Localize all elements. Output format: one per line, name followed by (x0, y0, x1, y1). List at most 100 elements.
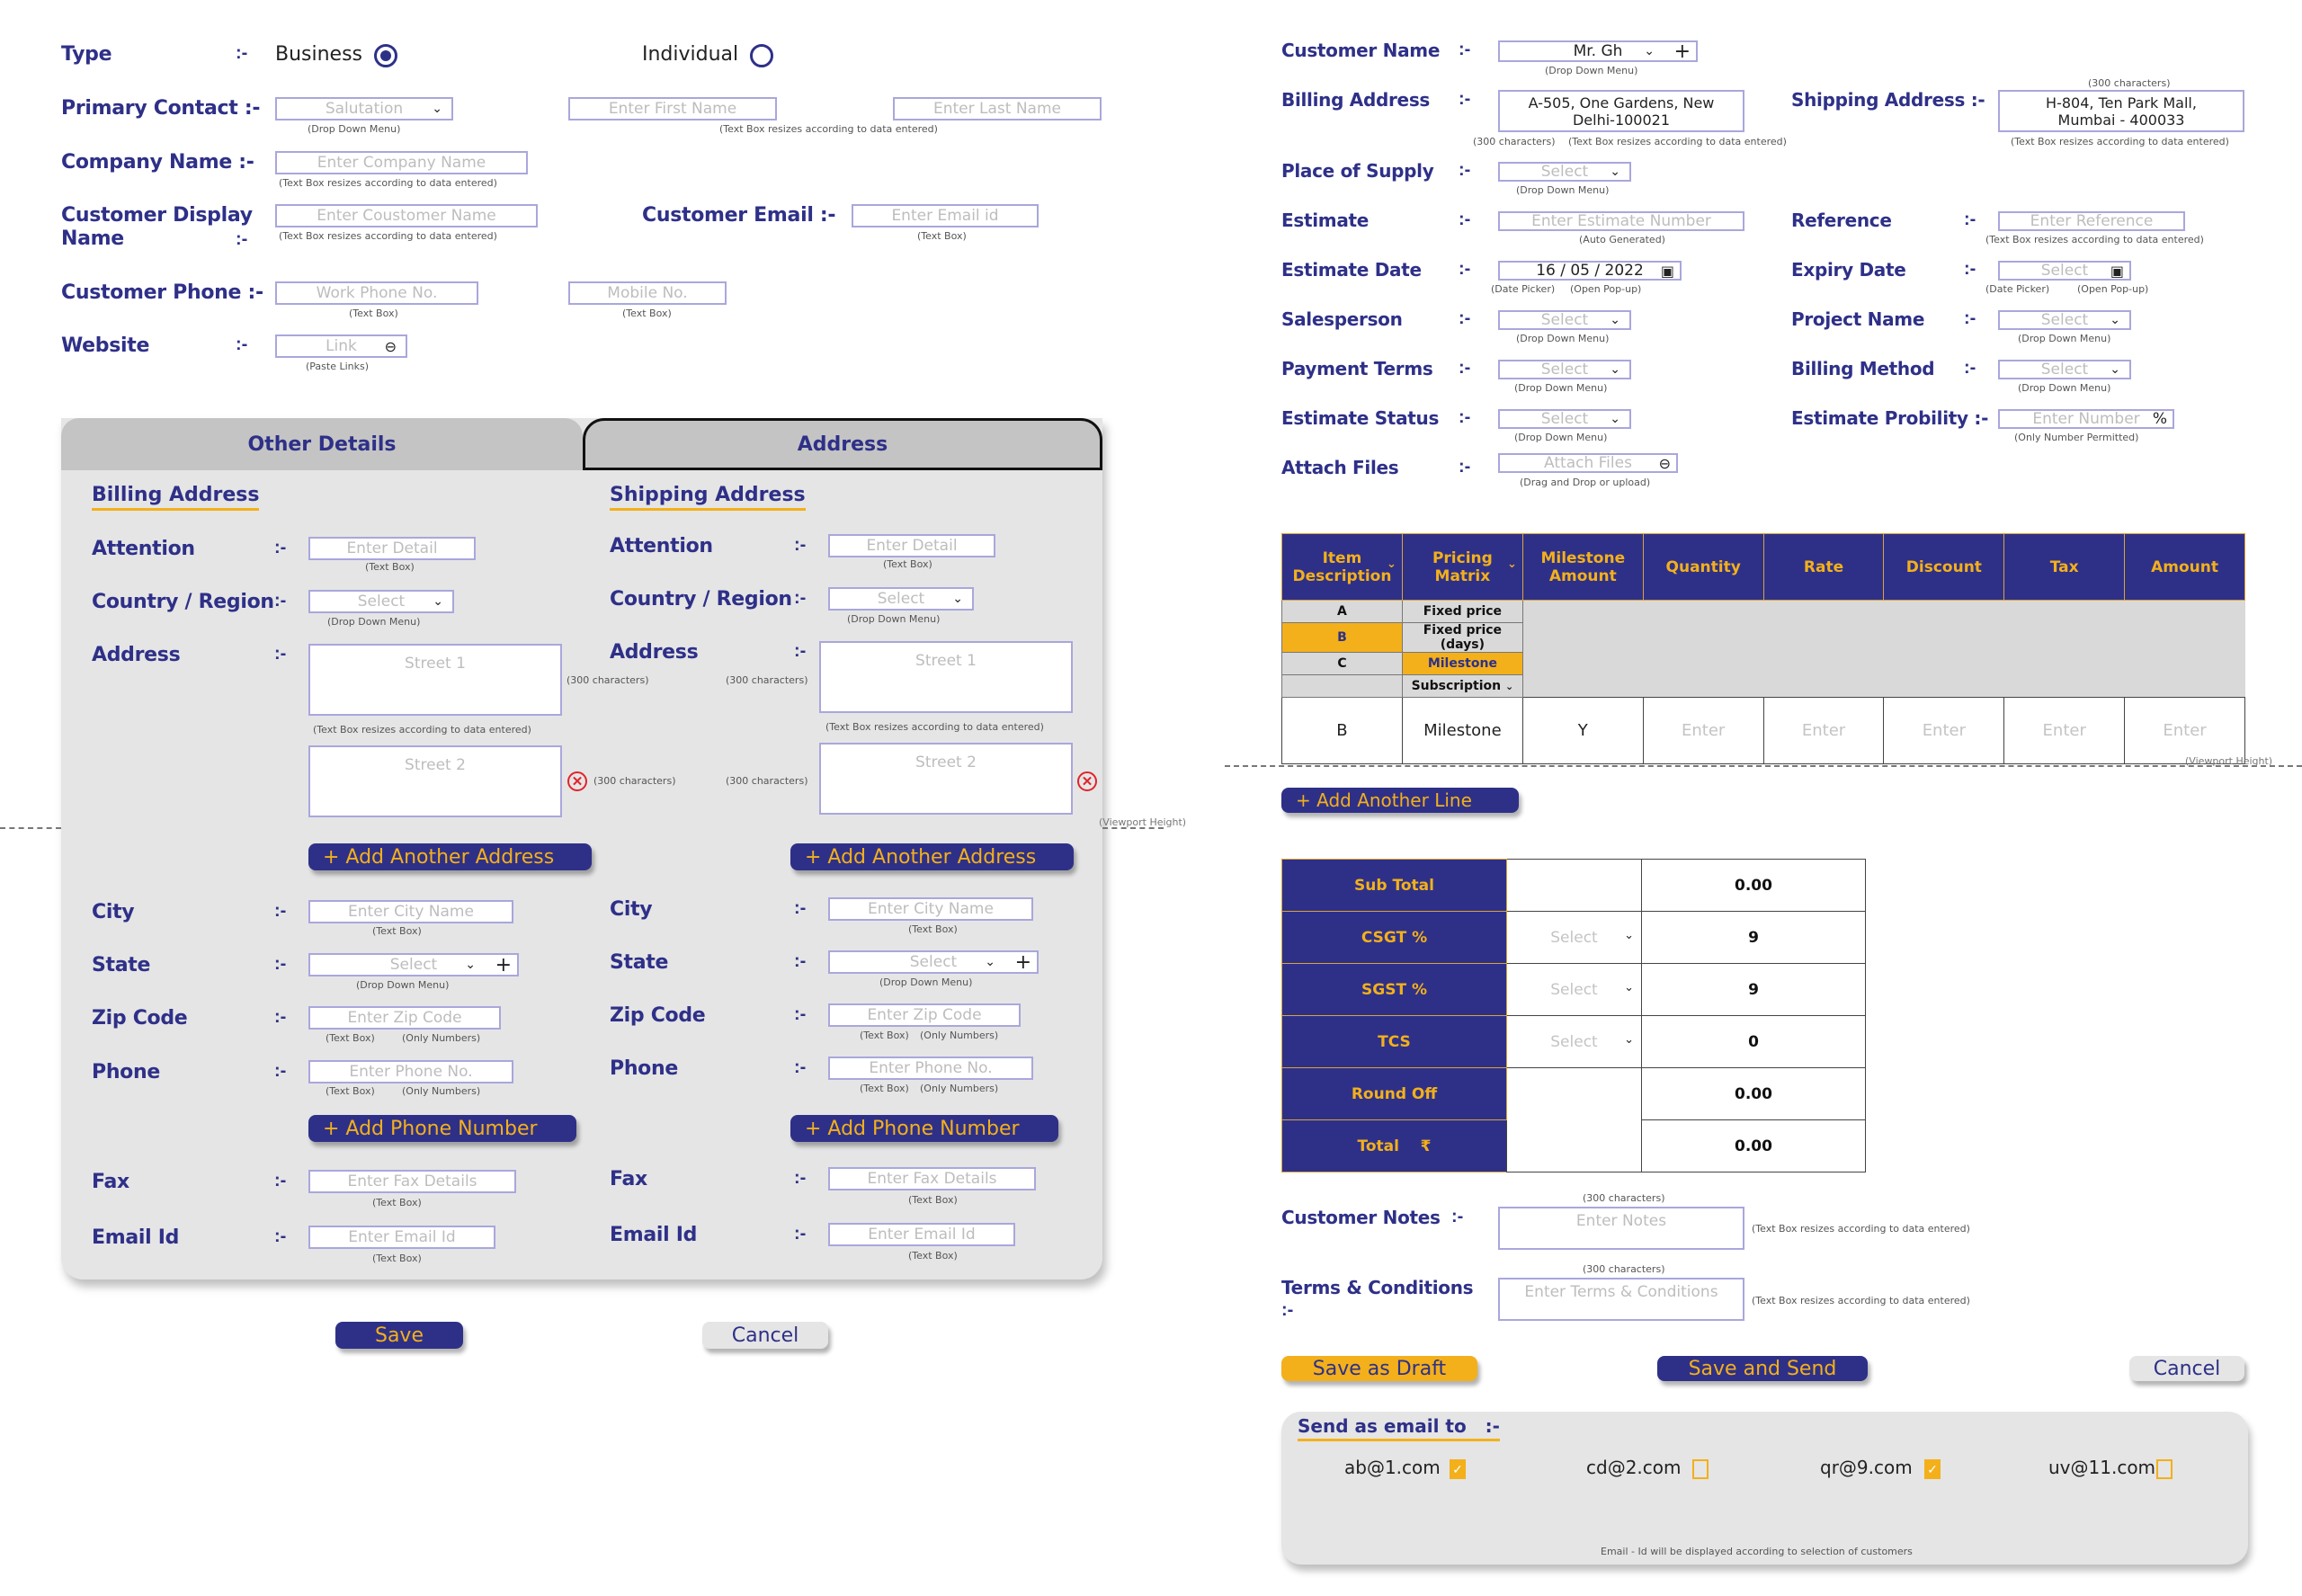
item-option-selected[interactable]: B (1281, 622, 1403, 653)
cell-amount-input[interactable]: Enter (2124, 697, 2245, 764)
last-name-input[interactable]: Enter Last Name (893, 97, 1102, 120)
work-phone-input[interactable]: Work Phone No. (275, 281, 478, 305)
billing-street1-textarea[interactable]: Street 1 (308, 644, 562, 716)
billing-address-label: Address (92, 644, 181, 666)
billing-zip-input[interactable]: Enter Zip Code (308, 1006, 501, 1030)
recipient-checkbox[interactable] (1692, 1459, 1709, 1479)
cgst-dropdown[interactable]: Select ⌄ (1506, 911, 1642, 964)
expiry-date-picker[interactable]: Select ▣ (1998, 261, 2131, 281)
salesperson-dropdown[interactable]: Select ⌄ (1498, 310, 1631, 330)
header-pricing-matrix[interactable]: Pricing Matrix ⌄ (1401, 533, 1523, 601)
estimate-probability-input[interactable]: Enter Number% (1998, 409, 2174, 429)
pricing-option-selected[interactable]: Milestone (1401, 652, 1523, 675)
save-button[interactable]: Save (335, 1322, 463, 1349)
estimate-date-picker[interactable]: 16 / 05 / 2022 ▣ (1498, 261, 1682, 281)
terms-textarea[interactable]: Enter Terms & Conditions (1498, 1278, 1744, 1321)
cell-rate-input[interactable]: Enter (1762, 697, 1885, 764)
estimate-date-hint-2: (Open Pop-up) (1570, 283, 1642, 295)
item-option[interactable]: C (1281, 652, 1403, 675)
cell-quantity-input[interactable]: Enter (1642, 697, 1764, 764)
billing-city-input[interactable]: Enter City Name (308, 900, 513, 923)
project-name-dropdown[interactable]: Select ⌄ (1998, 310, 2131, 330)
customer-name-dropdown[interactable]: Mr. Gh ⌄ + (1498, 40, 1698, 63)
cell-tax-input[interactable]: Enter (2003, 697, 2126, 764)
shipping-email-input[interactable]: Enter Email Id (828, 1223, 1015, 1246)
header-item-description[interactable]: Item Description ⌄ (1281, 533, 1403, 601)
attach-files-input[interactable]: Attach Files ⊖ (1498, 453, 1678, 473)
add-customer-icon[interactable]: + (1674, 40, 1691, 63)
display-name-input[interactable]: Enter Coustomer Name (275, 204, 538, 227)
salutation-dropdown[interactable]: Salutation ⌄ (275, 97, 453, 120)
shipping-state-dropdown[interactable]: Select ⌄ + (828, 950, 1039, 974)
website-input[interactable]: Link ⊖ (275, 334, 407, 358)
billing-email-input[interactable]: Enter Email Id (308, 1226, 495, 1249)
billing-street2-textarea[interactable]: Street 2 (308, 745, 562, 817)
billing-state-dropdown[interactable]: Select ⌄ + (308, 953, 519, 976)
cancel-button[interactable]: Cancel (2129, 1356, 2244, 1381)
calendar-icon[interactable]: ▣ (1661, 263, 1674, 280)
add-state-icon[interactable]: + (495, 954, 512, 976)
shipping-address-line1: H-804, Ten Park Mall, (2046, 94, 2197, 111)
shipping-country-dropdown[interactable]: Select ⌄ (828, 587, 974, 611)
shipping-add-address-button[interactable]: + Add Another Address (790, 843, 1074, 870)
item-option[interactable]: A (1281, 600, 1403, 623)
cancel-button[interactable]: Cancel (702, 1322, 828, 1349)
cell-discount-input[interactable]: Enter (1883, 697, 2005, 764)
tab-other-details[interactable]: Other Details (61, 418, 583, 470)
shipping-address-textarea[interactable]: H-804, Ten Park Mall, Mumbai - 400033 (1998, 90, 2244, 132)
shipping-city-input[interactable]: Enter City Name (828, 897, 1033, 921)
shipping-attention-input[interactable]: Enter Detail (828, 534, 995, 557)
company-name-label: Company Name :- (61, 151, 254, 174)
pricing-option[interactable]: Fixed price (days) (1401, 622, 1523, 653)
estimate-number-input[interactable]: Enter Estimate Number (1498, 211, 1744, 231)
calendar-icon[interactable]: ▣ (2110, 263, 2124, 280)
sgst-dropdown[interactable]: Select ⌄ (1506, 963, 1642, 1016)
save-and-send-button[interactable]: Save and Send (1657, 1356, 1868, 1381)
remove-street-icon[interactable]: ✕ (567, 771, 587, 791)
shipping-zip-input[interactable]: Enter Zip Code (828, 1003, 1021, 1027)
cell-item[interactable]: B (1281, 697, 1403, 764)
customer-email-input[interactable]: Enter Email id (852, 204, 1039, 227)
company-name-input[interactable]: Enter Company Name (275, 151, 528, 174)
shipping-street2-textarea[interactable]: Street 2 (819, 743, 1073, 815)
billing-country-dropdown[interactable]: Select ⌄ (308, 590, 454, 613)
recipient-checkbox[interactable] (2156, 1459, 2173, 1479)
type-business-radio[interactable] (374, 44, 397, 67)
recipient-checkbox-checked[interactable]: ✓ (1450, 1459, 1466, 1479)
pricing-option[interactable]: Subscription ⌄ (1401, 674, 1523, 698)
estimate-status-dropdown[interactable]: Select ⌄ (1498, 409, 1631, 429)
cell-pricing[interactable]: Milestone (1401, 697, 1523, 764)
remove-street-icon[interactable]: ✕ (1077, 771, 1097, 791)
tcs-dropdown[interactable]: Select ⌄ (1506, 1015, 1642, 1068)
shipping-street1-textarea[interactable]: Street 1 (819, 641, 1073, 713)
separator: :- (794, 588, 807, 608)
cell-milestone[interactable]: Y (1521, 697, 1644, 764)
add-state-icon[interactable]: + (1015, 951, 1031, 974)
payment-terms-dropdown[interactable]: Select ⌄ (1498, 360, 1631, 379)
billing-add-phone-button[interactable]: + Add Phone Number (308, 1115, 576, 1142)
billing-phone-input[interactable]: Enter Phone No. (308, 1060, 513, 1083)
shipping-phone-input[interactable]: Enter Phone No. (828, 1057, 1033, 1080)
place-of-supply-dropdown[interactable]: Select ⌄ (1498, 162, 1631, 182)
billing-fax-input[interactable]: Enter Fax Details (308, 1170, 516, 1193)
shipping-fax-input[interactable]: Enter Fax Details (828, 1167, 1036, 1190)
recipient-email: ab@1.com (1344, 1457, 1441, 1478)
recipient-checkbox-checked[interactable]: ✓ (1924, 1459, 1941, 1479)
save-as-draft-button[interactable]: Save as Draft (1281, 1356, 1477, 1381)
customer-notes-textarea[interactable]: Enter Notes (1498, 1207, 1744, 1250)
tab-address[interactable]: Address (583, 418, 1102, 470)
billing-add-address-button[interactable]: + Add Another Address (308, 843, 592, 870)
billing-address-textarea[interactable]: A-505, One Gardens, New Delhi-100021 (1498, 90, 1744, 132)
billing-attention-input[interactable]: Enter Detail (308, 537, 476, 560)
mobile-phone-input[interactable]: Mobile No. (568, 281, 727, 305)
type-individual-radio[interactable] (750, 44, 773, 67)
pricing-option[interactable]: Fixed price (1401, 600, 1523, 623)
expiry-date-placeholder: Select (2040, 262, 2089, 280)
reference-input[interactable]: Enter Reference (1998, 211, 2185, 231)
shipping-add-phone-button[interactable]: + Add Phone Number (790, 1115, 1058, 1142)
first-name-input[interactable]: Enter First Name (568, 97, 777, 120)
billing-method-dropdown[interactable]: Select ⌄ (1998, 360, 2131, 379)
display-name-hint: (Text Box resizes according to data ente… (279, 230, 497, 242)
add-another-line-button[interactable]: + Add Another Line (1281, 788, 1519, 813)
type-individual-label: Individual (642, 43, 739, 66)
